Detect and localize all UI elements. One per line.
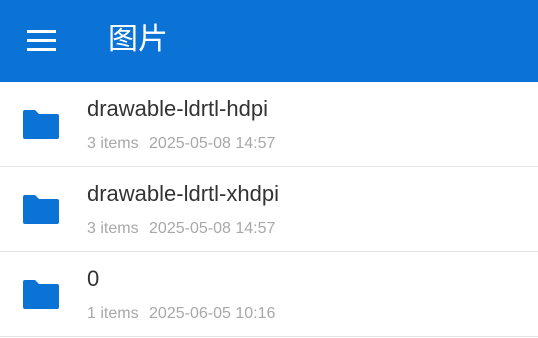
folder-icon bbox=[23, 110, 59, 139]
folder-modified-date: 2025-05-08 14:57 bbox=[149, 220, 276, 237]
app-bar: 图片 bbox=[0, 0, 538, 82]
folder-row[interactable]: drawable-ldrtl-hdpi 3 items 2025-05-08 1… bbox=[0, 82, 538, 167]
folder-row[interactable]: drawable-ldrtl-xhdpi 3 items 2025-05-08 … bbox=[0, 167, 538, 252]
folder-meta: 3 items 2025-05-08 14:57 bbox=[87, 219, 275, 239]
folder-icon bbox=[23, 195, 59, 224]
page-title: 图片 bbox=[108, 23, 168, 56]
folder-meta: 3 items 2025-05-08 14:57 bbox=[87, 134, 275, 154]
folder-modified-date: 2025-05-08 14:57 bbox=[149, 135, 276, 152]
folder-row[interactable]: 0 1 items 2025-06-05 10:16 bbox=[0, 252, 538, 337]
folder-icon bbox=[23, 280, 59, 309]
folder-modified-date: 2025-06-05 10:16 bbox=[149, 305, 276, 322]
menu-button[interactable] bbox=[20, 25, 64, 55]
hamburger-menu-icon bbox=[27, 30, 56, 51]
folder-item-count: 3 items bbox=[87, 220, 139, 237]
folder-item-count: 1 items bbox=[87, 305, 139, 322]
folder-meta: 1 items 2025-06-05 10:16 bbox=[87, 304, 275, 324]
folder-list: drawable-ldrtl-hdpi 3 items 2025-05-08 1… bbox=[0, 82, 538, 337]
file-browser-screen: 图片 drawable-ldrtl-hdpi 3 items 2025-05-0… bbox=[0, 0, 538, 338]
folder-name: drawable-ldrtl-xhdpi bbox=[87, 181, 279, 206]
folder-item-count: 3 items bbox=[87, 135, 139, 152]
folder-name: drawable-ldrtl-hdpi bbox=[87, 96, 268, 121]
folder-name: 0 bbox=[87, 266, 100, 291]
